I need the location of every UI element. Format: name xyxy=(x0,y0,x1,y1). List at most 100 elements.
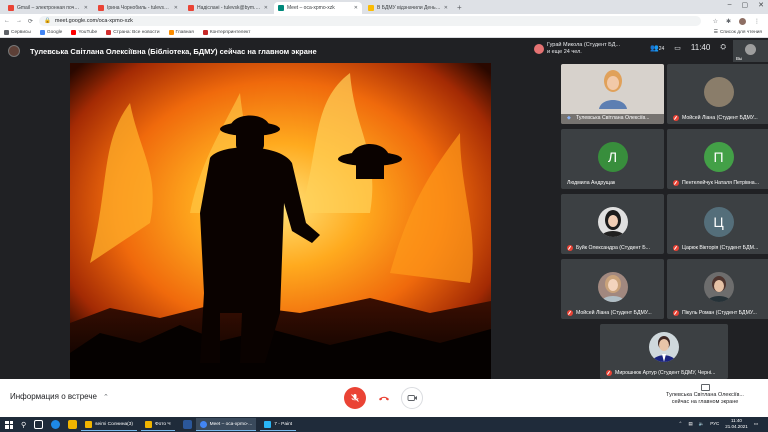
presentation-status[interactable]: Тулевська Світлана Олексіїв... сейчас на… xyxy=(655,384,755,406)
system-clock[interactable]: 11:40 21.04.2021 xyxy=(725,418,748,429)
meet-top-bar: Тулевська Світлана Олексіївна (Бібліотек… xyxy=(0,39,768,63)
tab-label: Meet – oca-xpmo-xzk xyxy=(287,5,335,11)
taskbar-app-folder-1[interactable]: seimi Солнина(3) xyxy=(81,418,138,431)
participant-photo xyxy=(597,206,628,237)
participant-tile-liudmyla[interactable]: Л Людмила Андрущак xyxy=(561,129,664,189)
mic-off-icon xyxy=(673,245,679,251)
chrome-icon xyxy=(199,420,207,428)
omnibox[interactable]: 🔒 meet.google.com/oca-xpmo-xzk xyxy=(39,16,701,26)
participant-name: Людмила Андрущак xyxy=(567,180,616,186)
site-icon xyxy=(202,30,208,35)
browser-tab-mail-3[interactable]: Надіслані - tulevsk@bym.edu ✕ xyxy=(184,2,272,14)
participant-name-row: ◆ Тулевська Світлана Олексіїв... xyxy=(567,115,661,121)
activities-icon[interactable]: ⛭ xyxy=(720,44,726,52)
participant-name: Тулевська Світлана Олексіїв... xyxy=(576,115,650,121)
bookmark-home[interactable]: Главная xyxy=(168,30,194,35)
word-icon[interactable] xyxy=(182,420,192,429)
participant-photo xyxy=(649,332,679,363)
bookmark-strana[interactable]: Страна: Все новости xyxy=(106,30,160,35)
meet-icon xyxy=(278,5,284,11)
minimize-icon[interactable]: – xyxy=(728,1,732,9)
participant-name-row: Мирошнюк Артур (Студент БДМУ, Черні... xyxy=(606,370,725,376)
participant-count: 24 xyxy=(658,45,665,52)
volume-icon[interactable]: 🔈 xyxy=(699,421,705,427)
tray-chevron-icon[interactable]: ⌃ xyxy=(679,421,683,427)
tab-label: В БДМУ відзначили День зорі xyxy=(377,5,441,11)
taskbar-app-chrome[interactable]: Meet – oca-xpmo-... xyxy=(195,418,257,431)
mic-toggle-button[interactable] xyxy=(344,387,366,409)
join-notification[interactable]: Гурай Микола (Студент БД... и еще 24 чел… xyxy=(534,42,620,55)
close-tab-icon[interactable]: ✕ xyxy=(444,5,448,11)
browser-tab-news[interactable]: В БДМУ відзначили День зорі ✕ xyxy=(364,2,452,14)
star-icon[interactable]: ☆ xyxy=(713,18,718,25)
browser-tab-mail-2[interactable]: Ірина Чорнобиль - tulevska@ ✕ xyxy=(94,2,182,14)
participant-letter-avatar: Ц xyxy=(703,206,734,237)
paint-icon xyxy=(264,420,272,428)
browser-tab-meet[interactable]: Meet – oca-xpmo-xzk ✕ xyxy=(274,2,362,14)
task-view-icon[interactable] xyxy=(34,420,44,429)
shared-screen xyxy=(70,63,491,379)
participant-name: Буйк Олександра (Студент Б... xyxy=(576,245,650,251)
close-tab-icon[interactable]: ✕ xyxy=(84,5,88,11)
input-language[interactable]: РУС xyxy=(710,421,719,426)
participant-tile-pikul[interactable]: Пікуль Роман (Студент БДМУ... xyxy=(667,259,768,319)
folder-icon xyxy=(145,420,153,428)
notification-more: и еще 24 чел. xyxy=(547,48,582,55)
reading-list[interactable]: ☰ Список для чтения xyxy=(714,30,762,35)
close-window-icon[interactable]: ✕ xyxy=(758,1,764,9)
window-controls: – ▢ ✕ xyxy=(728,1,764,9)
edge-icon[interactable] xyxy=(51,420,61,429)
windows-taskbar: ⚲ seimi Солнина(3) Фото Ч Meet – oca-xpm… xyxy=(0,417,768,432)
maximize-icon[interactable]: ▢ xyxy=(742,1,749,9)
back-icon[interactable]: ← xyxy=(4,18,10,24)
participant-tile-tsariuk[interactable]: Ц Царюк Вікторія (Студент БДМ... xyxy=(667,194,768,254)
participant-tile-self[interactable]: ◆ Тулевська Світлана Олексіїв... xyxy=(561,64,664,124)
notifications-icon[interactable]: ▭ xyxy=(754,421,758,427)
participant-name-row: Пікуль Роман (Студент БДМУ... xyxy=(673,310,767,316)
meeting-details-button[interactable]: Информация о встрече ⌃ xyxy=(10,392,109,401)
participant-tile-moisei-2[interactable]: Мойсей Ліана (Студент БДМУ... xyxy=(561,259,664,319)
bookmark-youtube[interactable]: YouTube xyxy=(71,30,97,35)
participant-tile-moisei-1[interactable]: Мойсей Ліана (Студент БДМУ... xyxy=(667,64,768,124)
bookmark-services[interactable]: Сервисы xyxy=(4,30,31,35)
participant-letter-avatar: Л xyxy=(597,141,628,172)
new-tab-button[interactable]: + xyxy=(457,2,462,14)
close-tab-icon[interactable]: ✕ xyxy=(264,5,268,11)
close-tab-icon[interactable]: ✕ xyxy=(174,5,178,11)
taskbar-app-paint[interactable]: 7 - Paint xyxy=(260,418,297,431)
network-icon[interactable]: ▤ xyxy=(688,421,692,427)
apps-grid-icon xyxy=(4,30,9,35)
gmail-icon xyxy=(8,5,14,11)
bookmark-google[interactable]: Google xyxy=(39,30,62,35)
explorer-icon[interactable] xyxy=(68,420,78,429)
profile-avatar[interactable] xyxy=(739,17,746,25)
presenter-status-name: Тулевська Світлана Олексіїв... xyxy=(666,392,744,398)
menu-icon[interactable]: ⋮ xyxy=(754,18,760,25)
participant-tile-miroshniuk[interactable]: Мирошнюк Артур (Студент БДМУ, Черні... xyxy=(600,324,728,379)
reload-icon[interactable]: ⟳ xyxy=(28,18,33,25)
forward-icon[interactable]: → xyxy=(16,18,22,24)
hang-up-button[interactable] xyxy=(373,387,395,409)
participant-name-row: Пентелейчук Наталя Петрівна... xyxy=(673,180,767,186)
windows-start-icon[interactable] xyxy=(5,420,13,429)
participant-tile-buik[interactable]: Буйк Олександра (Студент Б... xyxy=(561,194,664,254)
extensions-icon[interactable]: ✱ xyxy=(726,18,731,25)
participant-photo xyxy=(598,70,627,109)
participant-tile-penteleichuk[interactable]: П Пентелейчук Наталя Петрівна... xyxy=(667,129,768,189)
participant-name: Мойсей Ліана (Студент БДМУ... xyxy=(576,310,652,316)
strana-icon xyxy=(106,30,112,35)
camera-toggle-button[interactable] xyxy=(401,387,423,409)
speaking-indicator-icon: ◆ xyxy=(567,115,571,121)
chat-icon[interactable]: ▭ xyxy=(674,44,681,52)
participant-name: Царюк Вікторія (Студент БДМ... xyxy=(682,245,759,251)
search-icon[interactable]: ⚲ xyxy=(21,421,26,429)
close-tab-icon[interactable]: ✕ xyxy=(354,5,358,11)
participants-button[interactable]: 👥24 xyxy=(650,44,664,52)
taskbar-app-folder-2[interactable]: Фото Ч xyxy=(141,418,175,431)
participant-photo xyxy=(703,271,734,302)
bookmark-intellect[interactable]: Контерпринтелект xyxy=(202,30,250,35)
meeting-clock: 11:40 xyxy=(690,43,711,52)
firefighters-image xyxy=(70,63,491,379)
browser-tab-gmail[interactable]: Gmail – электронная почта от ✕ xyxy=(4,2,92,14)
home-site-icon xyxy=(168,30,174,35)
